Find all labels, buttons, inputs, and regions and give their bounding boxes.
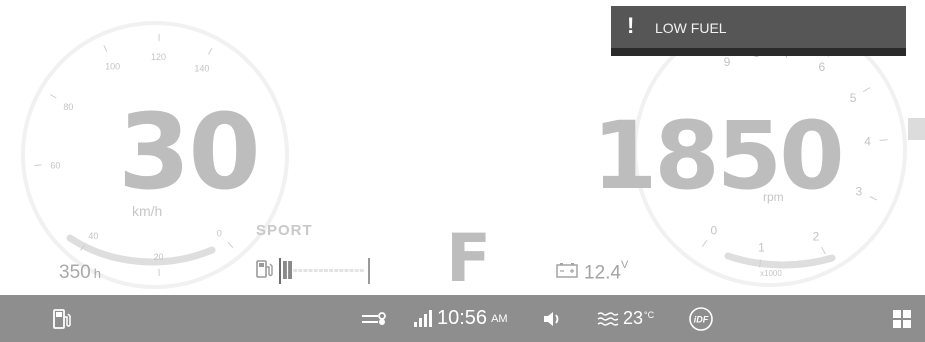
- rpm-tick-label: 5: [850, 91, 857, 105]
- speed-tick-label: 20: [153, 252, 163, 262]
- temperature: 23 °C: [623, 295, 654, 342]
- alert-footer-bar: [611, 48, 906, 56]
- speed-tick-label: 100: [105, 61, 120, 71]
- speed-tick-label: 0: [217, 229, 222, 239]
- speed-tick-mark: [227, 241, 234, 249]
- speed-tick-mark: [49, 94, 57, 99]
- rpm-tick-mark: [863, 87, 871, 93]
- speed-tick-label: 40: [88, 231, 98, 241]
- speed-tick-label: 140: [194, 64, 209, 74]
- speed-tick-label: 80: [63, 102, 73, 112]
- temperature-unit: °C: [644, 309, 655, 320]
- signal-icon: [413, 295, 433, 342]
- rpm-tick-mark: [869, 196, 878, 201]
- rpm-tick-mark: [879, 139, 888, 141]
- temperature-value: 23: [623, 308, 644, 328]
- status-bar: 10:56 AM 23 °C iDF: [0, 295, 925, 342]
- coolant-icon: [597, 295, 619, 342]
- alert-message: LOW FUEL: [655, 20, 727, 36]
- warning-icon: !: [627, 13, 635, 38]
- rpm-tick-mark: [701, 239, 708, 247]
- fuel-level-bar: [279, 258, 370, 284]
- rpm-tick-label: 1: [758, 241, 765, 255]
- fuel-segment-empty: [324, 269, 328, 272]
- clock: 10:56 AM: [437, 295, 508, 342]
- rpm-tick-label: 2: [813, 230, 820, 244]
- rpm-tick-mark: [759, 259, 761, 268]
- battery-voltage: 12.4V: [556, 259, 629, 284]
- drive-mode: SPORT: [256, 222, 313, 239]
- idf-icon[interactable]: iDF: [688, 295, 714, 342]
- low-fuel-alert[interactable]: ! LOW FUEL: [611, 6, 906, 56]
- battery-icon: [556, 262, 578, 284]
- speed-tick-mark: [103, 45, 108, 52]
- fuel-segment-filled: [288, 261, 292, 279]
- speed-tick-label: 60: [50, 161, 60, 171]
- rpm-multiplier: x1000: [760, 269, 782, 278]
- key-icon[interactable]: [361, 295, 387, 342]
- rpm-tick-label: 0: [710, 223, 717, 237]
- fuel-segment-empty: [313, 269, 318, 272]
- volume-icon[interactable]: [542, 295, 564, 342]
- battery-unit: V: [620, 259, 629, 271]
- rpm-tick-label: 6: [819, 60, 826, 74]
- instrument-cluster: 020406080100120140 0123456789 30 km/h 18…: [0, 0, 925, 295]
- engine-hours: 350 h: [59, 262, 101, 284]
- speed-tick-label: 120: [151, 52, 166, 62]
- battery-value: 12.4: [584, 262, 621, 284]
- fuel-segment-empty: [359, 269, 364, 272]
- speed-tick-mark: [34, 164, 42, 166]
- gear-indicator: F: [446, 220, 492, 295]
- fuel-segment-empty: [334, 269, 339, 272]
- speed-unit: km/h: [132, 203, 163, 219]
- rpm-tick-label: 4: [864, 135, 871, 149]
- fuel-segment-empty: [354, 269, 359, 272]
- speed-readout: 30: [118, 91, 261, 213]
- rpm-tick-label: 3: [855, 184, 862, 198]
- fuel-segment-empty: [339, 269, 344, 272]
- fuel-segment-empty: [344, 269, 349, 272]
- rpm-unit: rpm: [763, 190, 784, 204]
- fuel-gauge: [255, 258, 375, 284]
- grid-menu-icon[interactable]: [893, 295, 911, 342]
- rpm-tick-mark: [821, 246, 826, 255]
- clock-ampm: AM: [491, 312, 508, 325]
- engine-hours-value: 350: [59, 262, 91, 283]
- speed-tick-mark: [208, 47, 213, 55]
- fuel-segment-empty: [293, 269, 298, 272]
- fuel-pump-icon: [255, 259, 273, 284]
- fuel-segment-empty: [308, 269, 313, 272]
- fuel-segment-empty: [349, 269, 354, 272]
- fuel-segment-empty: [303, 269, 308, 272]
- fuel-icon[interactable]: [52, 295, 72, 342]
- fuel-segment-empty: [298, 269, 303, 272]
- fuel-segment-empty: [329, 269, 333, 272]
- clock-time: 10:56: [437, 307, 488, 329]
- rpm-tick-label: 9: [724, 55, 731, 69]
- engine-hours-unit: h: [93, 266, 101, 281]
- fuel-segment-filled: [283, 261, 287, 279]
- fuel-segment-empty: [318, 269, 323, 272]
- idf-badge-text: iDF: [694, 314, 709, 324]
- rpm-readout: 1850: [592, 102, 845, 211]
